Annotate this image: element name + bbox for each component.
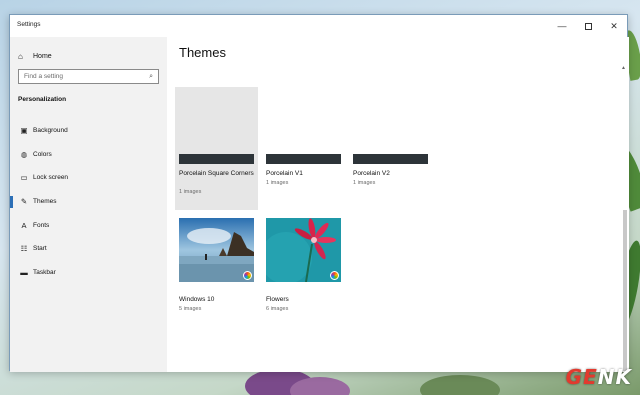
- color-palette-icon: [243, 271, 252, 280]
- theme-thumbnail-flower: [266, 218, 341, 282]
- sidebar-item-label: Taskbar: [33, 268, 56, 276]
- theme-name: Porcelain Square Corners: [179, 170, 254, 177]
- theme-porcelain-square-corners[interactable]: Porcelain Square Corners 1 images: [175, 87, 258, 210]
- theme-windows-10[interactable]: Windows 10 5 images: [175, 218, 258, 318]
- sidebar-item-taskbar[interactable]: ▬ Taskbar: [10, 261, 167, 285]
- colors-icon: ◍: [20, 149, 28, 159]
- sidebar: ⌂ Home Find a setting ⌕ Personalization …: [10, 37, 167, 372]
- sidebar-item-start[interactable]: ☷ Start: [10, 237, 167, 261]
- scroll-up-arrow-icon[interactable]: ▲: [621, 65, 626, 71]
- settings-window: Settings — ✕ ⌂ Home Find a setting ⌕ Per…: [9, 14, 629, 372]
- main-content: Themes ▲ Porcelain Square Corners 1 imag…: [167, 37, 629, 372]
- theme-color-bar: [179, 154, 254, 164]
- sidebar-item-label: Themes: [33, 198, 57, 206]
- theme-name: Windows 10: [179, 296, 215, 303]
- taskbar-icon: ▬: [20, 267, 28, 277]
- maximize-button[interactable]: [575, 15, 601, 37]
- nav-home[interactable]: ⌂ Home: [18, 49, 52, 63]
- close-icon: ✕: [610, 20, 618, 31]
- genk-logo: GENK: [565, 365, 632, 389]
- title-bar[interactable]: Settings — ✕: [10, 15, 627, 37]
- search-icon: ⌕: [149, 72, 153, 80]
- sidebar-item-label: Background: [33, 127, 68, 135]
- minimize-button[interactable]: —: [549, 15, 575, 37]
- theme-image-count: 1 images: [353, 180, 376, 186]
- background-icon: ▣: [20, 126, 28, 136]
- sidebar-item-themes[interactable]: ✎ Themes: [10, 190, 167, 214]
- sidebar-item-label: Lock screen: [33, 174, 69, 182]
- start-icon: ☷: [20, 244, 28, 254]
- theme-flowers[interactable]: Flowers 6 images: [262, 218, 345, 318]
- nav-list: ▣ Background ◍ Colors ▭ Lock screen ✎ Th…: [10, 119, 167, 284]
- search-placeholder: Find a setting: [24, 73, 64, 80]
- home-icon: ⌂: [18, 51, 23, 61]
- section-title: Personalization: [18, 96, 67, 103]
- sidebar-item-lock-screen[interactable]: ▭ Lock screen: [10, 166, 167, 190]
- sidebar-item-fonts[interactable]: A Fonts: [10, 213, 167, 237]
- close-button[interactable]: ✕: [601, 15, 627, 37]
- maximize-icon: [584, 22, 592, 30]
- flower-blossom: [420, 375, 500, 395]
- theme-porcelain-v1[interactable]: Porcelain V1 1 images: [262, 87, 345, 186]
- theme-porcelain-v2[interactable]: Porcelain V2 1 images: [349, 87, 432, 186]
- theme-name: Porcelain V1: [266, 170, 303, 177]
- sidebar-item-background[interactable]: ▣ Background: [10, 119, 167, 143]
- fonts-icon: A: [21, 220, 27, 230]
- theme-color-bar: [266, 154, 341, 164]
- theme-image-count: 1 images: [179, 189, 202, 195]
- theme-name: Flowers: [266, 296, 289, 303]
- scrollbar[interactable]: [623, 210, 627, 371]
- lock-screen-icon: ▭: [20, 173, 28, 183]
- sidebar-item-label: Fonts: [33, 221, 50, 229]
- color-palette-icon: [330, 271, 339, 280]
- flower-blossom: [290, 377, 350, 395]
- theme-name: Porcelain V2: [353, 170, 390, 177]
- page-title: Themes: [179, 45, 226, 60]
- theme-image-count: 5 images: [179, 306, 202, 312]
- theme-thumbnail-beach: [179, 218, 254, 282]
- search-input[interactable]: Find a setting ⌕: [18, 69, 159, 84]
- sidebar-item-label: Start: [33, 245, 47, 253]
- minimize-icon: —: [557, 21, 567, 31]
- window-title: Settings: [17, 21, 41, 28]
- theme-image-count: 6 images: [266, 306, 289, 312]
- nav-home-label: Home: [33, 52, 52, 60]
- theme-color-bar: [353, 154, 428, 164]
- theme-image-count: 1 images: [266, 180, 289, 186]
- themes-icon: ✎: [20, 197, 28, 207]
- sidebar-item-label: Colors: [33, 150, 52, 158]
- sidebar-item-colors[interactable]: ◍ Colors: [10, 143, 167, 167]
